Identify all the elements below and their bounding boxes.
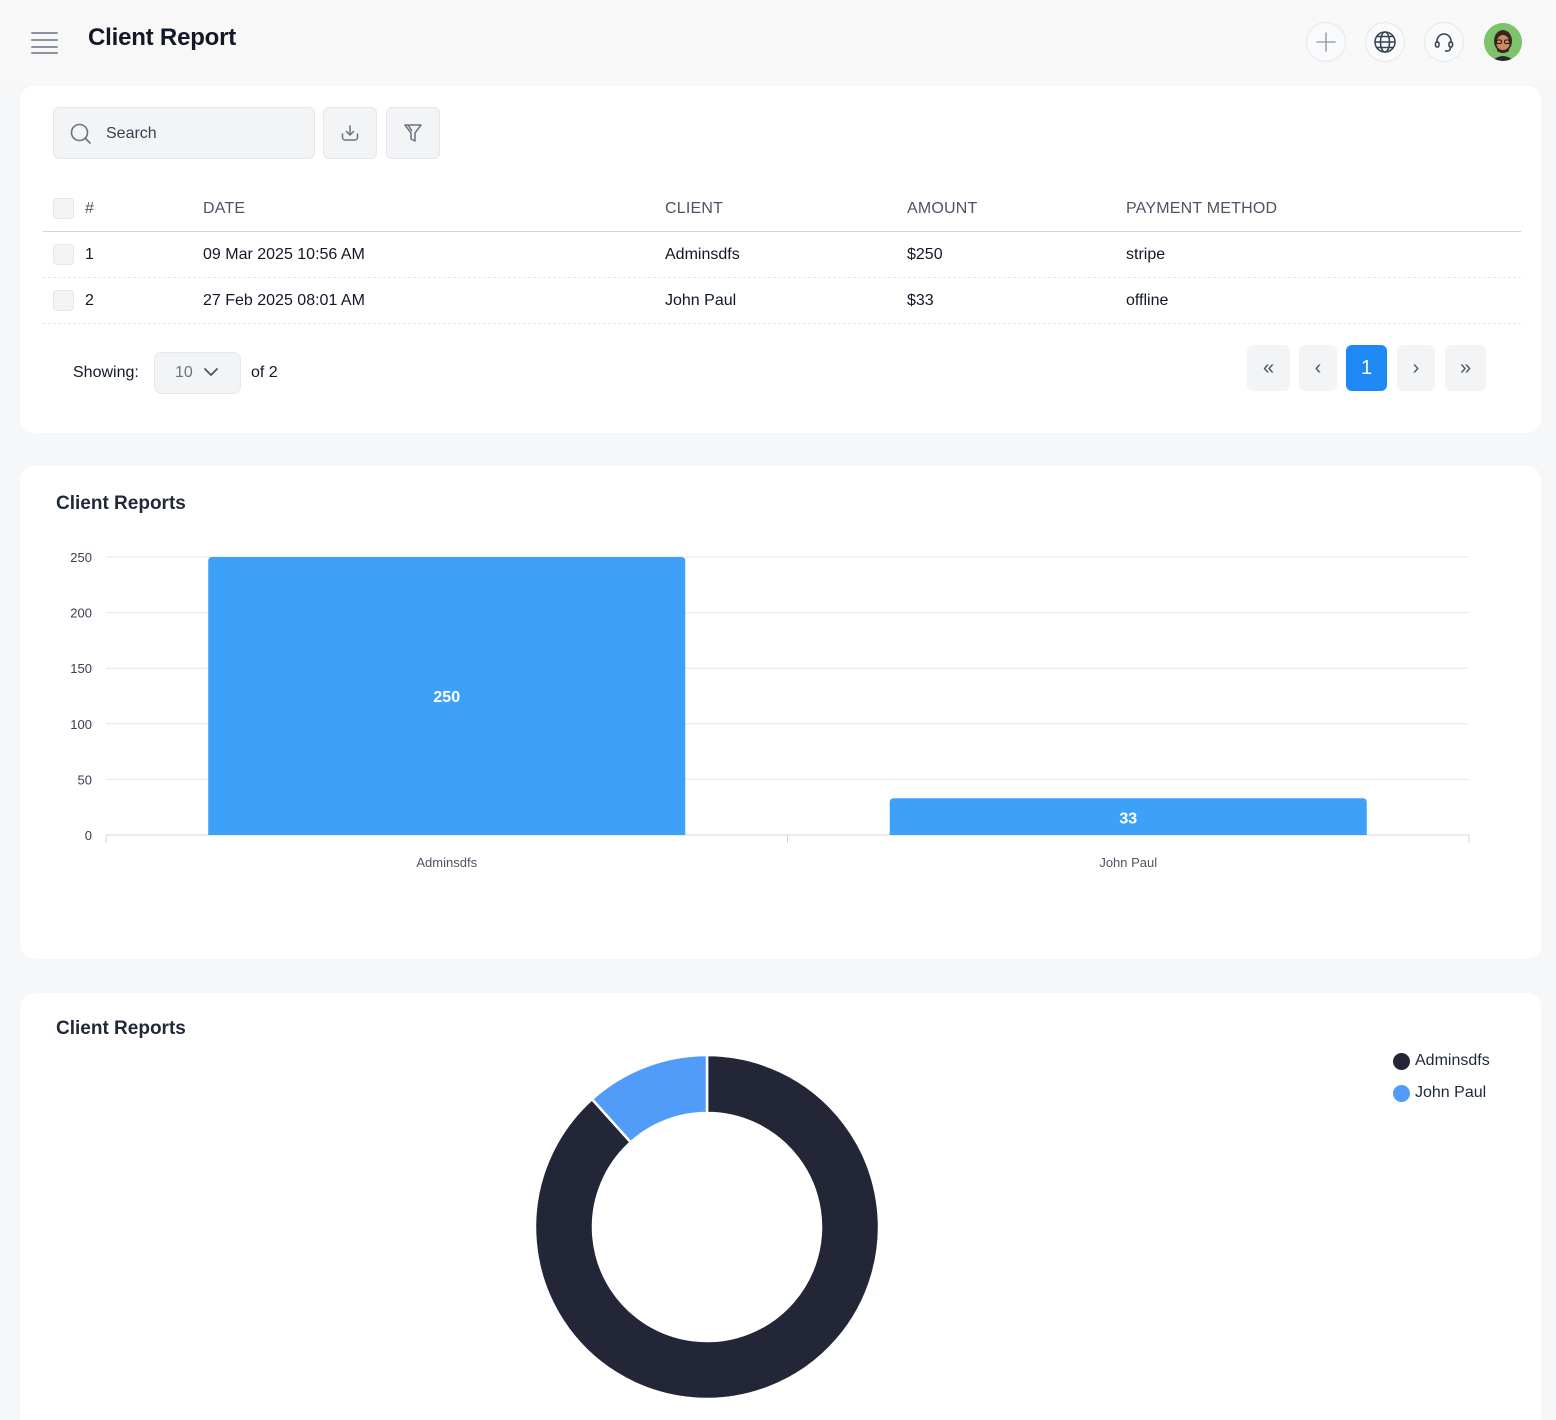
table-row: 1 09 Mar 2025 10:56 AM Adminsdfs $250 st… <box>43 232 1521 278</box>
last-page-button[interactable]: » <box>1445 345 1486 391</box>
globe-icon <box>1374 31 1396 53</box>
top-bar: Client Report <box>0 0 1556 84</box>
first-page-button[interactable]: « <box>1247 345 1290 391</box>
bar-chart: 0 50 100 150 200 250 250 Adminsdfs 33 John Paul <box>70 550 1470 870</box>
headset-icon <box>1434 33 1454 52</box>
column-header-amount[interactable]: AMOUNT <box>907 200 978 218</box>
legend-item-adminsdfs[interactable]: Adminsdfs <box>1393 1050 1490 1072</box>
donut-chart-card: Client Reports Adminsdfs John Paul <box>20 993 1541 1420</box>
per-page-value: 10 <box>175 364 193 381</box>
legend-label: Adminsdfs <box>1415 1052 1490 1069</box>
row-number: 2 <box>85 292 94 309</box>
y-tick-label: 150 <box>70 661 92 676</box>
export-button[interactable] <box>323 107 377 159</box>
column-header-number: # <box>85 200 95 217</box>
table-row: 2 27 Feb 2025 08:01 AM John Paul $33 off… <box>43 278 1521 324</box>
x-tick-label: Adminsdfs <box>416 855 477 870</box>
x-tick-label: John Paul <box>1099 855 1157 870</box>
download-icon <box>341 125 359 141</box>
row-date: 09 Mar 2025 10:56 AM <box>203 246 365 263</box>
showing-label: Showing: <box>73 364 139 381</box>
bar-data-label: 250 <box>433 689 460 706</box>
row-client: Adminsdfs <box>665 246 740 263</box>
row-date: 27 Feb 2025 08:01 AM <box>203 292 365 309</box>
row-amount: $33 <box>907 292 934 309</box>
next-page-button[interactable]: › <box>1397 345 1435 391</box>
total-count-label: of 2 <box>251 364 278 381</box>
search-field[interactable] <box>53 107 315 159</box>
row-client: John Paul <box>665 292 737 309</box>
add-button[interactable] <box>1306 22 1346 62</box>
search-icon <box>70 123 91 144</box>
row-amount: $250 <box>907 246 943 263</box>
row-checkbox[interactable] <box>53 244 74 265</box>
page-1-button[interactable]: 1 <box>1346 345 1387 391</box>
language-button[interactable] <box>1365 22 1405 62</box>
y-tick-label: 100 <box>70 717 92 732</box>
filter-button[interactable] <box>386 107 440 159</box>
page-title: Client Report <box>88 24 237 51</box>
user-avatar[interactable] <box>1484 23 1522 61</box>
chevron-down-icon <box>204 368 218 376</box>
per-page-select[interactable]: 10 <box>154 352 241 394</box>
legend-item-john-paul[interactable]: John Paul <box>1393 1082 1486 1104</box>
bar-chart-card: Client Reports 0 50 100 150 200 250 250 Adminsd… <box>20 466 1541 959</box>
legend-dot <box>1393 1084 1410 1102</box>
bar-data-label: 33 <box>1119 811 1137 828</box>
table-header: # DATE CLIENT AMOUNT PAYMENT METHOD <box>43 186 1521 232</box>
y-tick-label: 200 <box>70 606 92 621</box>
legend-dot <box>1393 1052 1410 1070</box>
select-all-checkbox[interactable] <box>53 198 74 219</box>
menu-icon[interactable] <box>31 30 59 54</box>
y-tick-label: 0 <box>85 828 92 843</box>
search-input[interactable] <box>106 122 306 146</box>
column-header-client[interactable]: CLIENT <box>665 200 723 218</box>
donut-chart <box>533 1053 881 1401</box>
row-checkbox[interactable] <box>53 290 74 311</box>
plus-icon <box>1316 32 1336 52</box>
row-number: 1 <box>85 246 94 263</box>
y-tick-label: 50 <box>78 772 92 787</box>
prev-page-button[interactable]: ‹ <box>1299 345 1337 391</box>
report-table-card: # DATE CLIENT AMOUNT PAYMENT METHOD 1 09… <box>20 86 1541 433</box>
client-report-page: Client Report Search # DATE CLIENT AMOUN… <box>0 0 1556 1420</box>
column-header-payment-method[interactable]: PAYMENT METHOD <box>1126 200 1277 218</box>
row-payment-method: offline <box>1126 292 1169 309</box>
y-tick-label: 250 <box>70 550 92 565</box>
row-payment-method: stripe <box>1126 246 1166 263</box>
filter-icon <box>404 124 422 142</box>
column-header-date[interactable]: DATE <box>203 200 245 218</box>
support-button[interactable] <box>1424 22 1464 62</box>
legend-label: John Paul <box>1415 1084 1487 1101</box>
